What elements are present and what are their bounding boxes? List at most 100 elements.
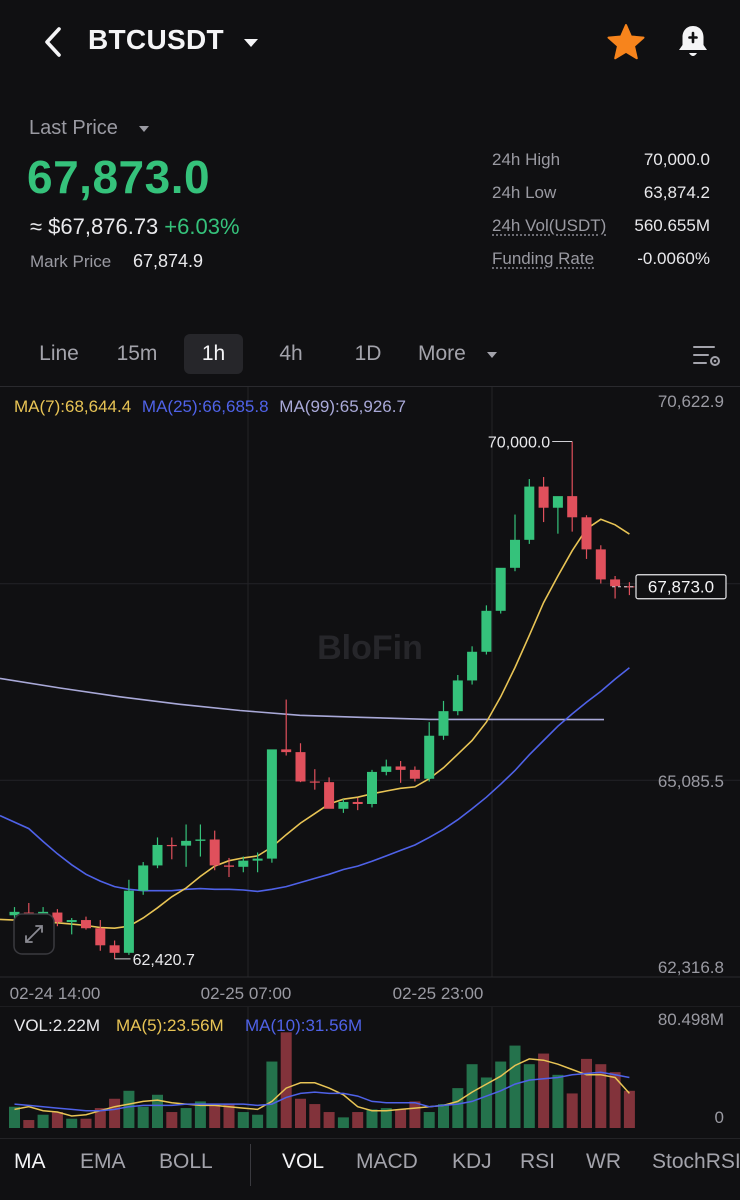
candle-body (367, 772, 377, 804)
volume-bar (295, 1099, 306, 1128)
volume-bar (595, 1064, 606, 1128)
stat-label-funding-rate[interactable]: Funding Rate (492, 249, 594, 269)
volume-bar (324, 1112, 335, 1128)
candle-body (167, 845, 177, 846)
volume-bar (352, 1112, 363, 1128)
ma99-line (0, 678, 604, 719)
candle-body (310, 781, 320, 782)
candle-body (267, 749, 277, 858)
tab-1d[interactable]: 1D (337, 334, 399, 374)
volume-bar (166, 1112, 177, 1128)
y-tick-label: 62,316.8 (658, 958, 724, 977)
chevron-left-icon (42, 26, 64, 58)
legend-ma7: MA(7):68,644.4 (14, 397, 131, 416)
volume-bar (367, 1109, 378, 1128)
tab-15m[interactable]: 15m (106, 334, 168, 374)
candle-body (596, 549, 606, 579)
candle-body (110, 945, 120, 953)
stat-value-24h-low: 63,874.2 (644, 183, 710, 203)
volume-bar (309, 1104, 320, 1128)
volume-bar (52, 1112, 63, 1128)
y-tick-label: 65,085.5 (658, 772, 724, 791)
stat-label-24h-vol[interactable]: 24h Vol(USDT) (492, 216, 606, 236)
candle-body (181, 841, 191, 846)
mark-price-label: Mark Price (30, 252, 111, 272)
indicator-stochrsi[interactable]: StochRSI (652, 1150, 740, 1174)
star-icon[interactable] (606, 22, 646, 62)
indicator-boll[interactable]: BOLL (159, 1150, 213, 1174)
candle-body (481, 611, 491, 652)
ma7-line (0, 519, 629, 928)
candlestick-chart[interactable]: BloFin 70,622.9 65,085.5 62,316.8 02-24 14:0… (0, 387, 740, 1007)
tab-4h[interactable]: 4h (260, 334, 322, 374)
change-percent: +6.03% (164, 214, 239, 239)
volume-bar (524, 1064, 535, 1128)
candle-body (238, 861, 248, 867)
volume-bar (109, 1099, 120, 1128)
candle-body (353, 802, 363, 804)
volume-bar (123, 1091, 134, 1128)
caret-down-icon[interactable] (242, 36, 260, 50)
candle-body (324, 782, 334, 809)
volume-bar (138, 1107, 149, 1128)
volume-bar (266, 1062, 277, 1128)
symbol-title[interactable]: BTCUSDT (88, 24, 224, 56)
timeframe-tabs: Line 15m 1h 4h 1D More (0, 334, 740, 376)
watermark: BloFin (317, 629, 423, 667)
indicator-macd[interactable]: MACD (356, 1150, 418, 1174)
indicator-rsi[interactable]: RSI (520, 1150, 555, 1174)
volume-bar (395, 1109, 406, 1128)
candle-body (210, 839, 220, 865)
candle-body (567, 496, 577, 517)
candle-body (124, 891, 134, 953)
ma-legend: MA(7):68,644.4 MA(25):66,685.8 MA(99):65… (14, 397, 412, 417)
indicator-vol[interactable]: VOL (282, 1150, 324, 1174)
candle-body (338, 802, 348, 809)
back-button[interactable] (36, 22, 70, 62)
tab-line[interactable]: Line (28, 334, 90, 374)
indicator-ema[interactable]: EMA (80, 1150, 126, 1174)
volume-bar (424, 1112, 435, 1128)
indicator-wr[interactable]: WR (586, 1150, 621, 1174)
x-tick-label: 02-24 14:00 (10, 984, 101, 1003)
candle-body (296, 752, 306, 781)
candle-body (424, 736, 434, 779)
current-price-label: 67,873.0 (648, 578, 714, 597)
candle-body (138, 865, 148, 890)
candle-body (524, 487, 534, 540)
candle-body (510, 540, 520, 568)
usd-equivalent-row: ≈ $67,876.73 +6.03% (30, 214, 240, 240)
volume-y-tick: 0 (715, 1108, 724, 1127)
candle-body (381, 766, 391, 771)
y-tick-label: 70,622.9 (658, 392, 724, 411)
volume-bar (338, 1117, 349, 1128)
candle-body (467, 652, 477, 681)
last-price-label[interactable]: Last Price (29, 117, 118, 140)
volume-bar (452, 1088, 463, 1128)
volume-ma10-line (15, 1072, 630, 1111)
candle-body (153, 845, 163, 865)
volume-bar (438, 1104, 449, 1128)
bell-icon[interactable] (674, 22, 712, 62)
volume-bar (252, 1115, 263, 1128)
tab-more[interactable]: More (418, 334, 486, 374)
stat-value-funding-rate: -0.0060% (637, 249, 710, 269)
candle-body (281, 749, 291, 752)
volume-bar (209, 1104, 220, 1128)
volume-bar (81, 1119, 92, 1128)
stat-label-24h-low: 24h Low (492, 183, 556, 203)
stat-value-24h-high: 70,000.0 (644, 150, 710, 170)
indicator-kdj[interactable]: KDJ (452, 1150, 492, 1174)
legend-ma99: MA(99):65,926.7 (279, 397, 406, 416)
usd-equivalent: ≈ $67,876.73 (30, 214, 158, 239)
stat-label-24h-high: 24h High (492, 150, 560, 170)
indicator-ma[interactable]: MA (14, 1150, 46, 1174)
volume-bar (610, 1072, 621, 1128)
chart-settings-icon[interactable] (692, 344, 722, 368)
indicator-separator (250, 1144, 251, 1186)
legend-vol-ma10: MA(10):31.56M (245, 1016, 362, 1035)
tab-1h[interactable]: 1h (184, 334, 243, 374)
caret-down-icon[interactable] (486, 350, 498, 360)
candle-body (95, 928, 105, 945)
caret-down-icon[interactable] (138, 124, 150, 134)
